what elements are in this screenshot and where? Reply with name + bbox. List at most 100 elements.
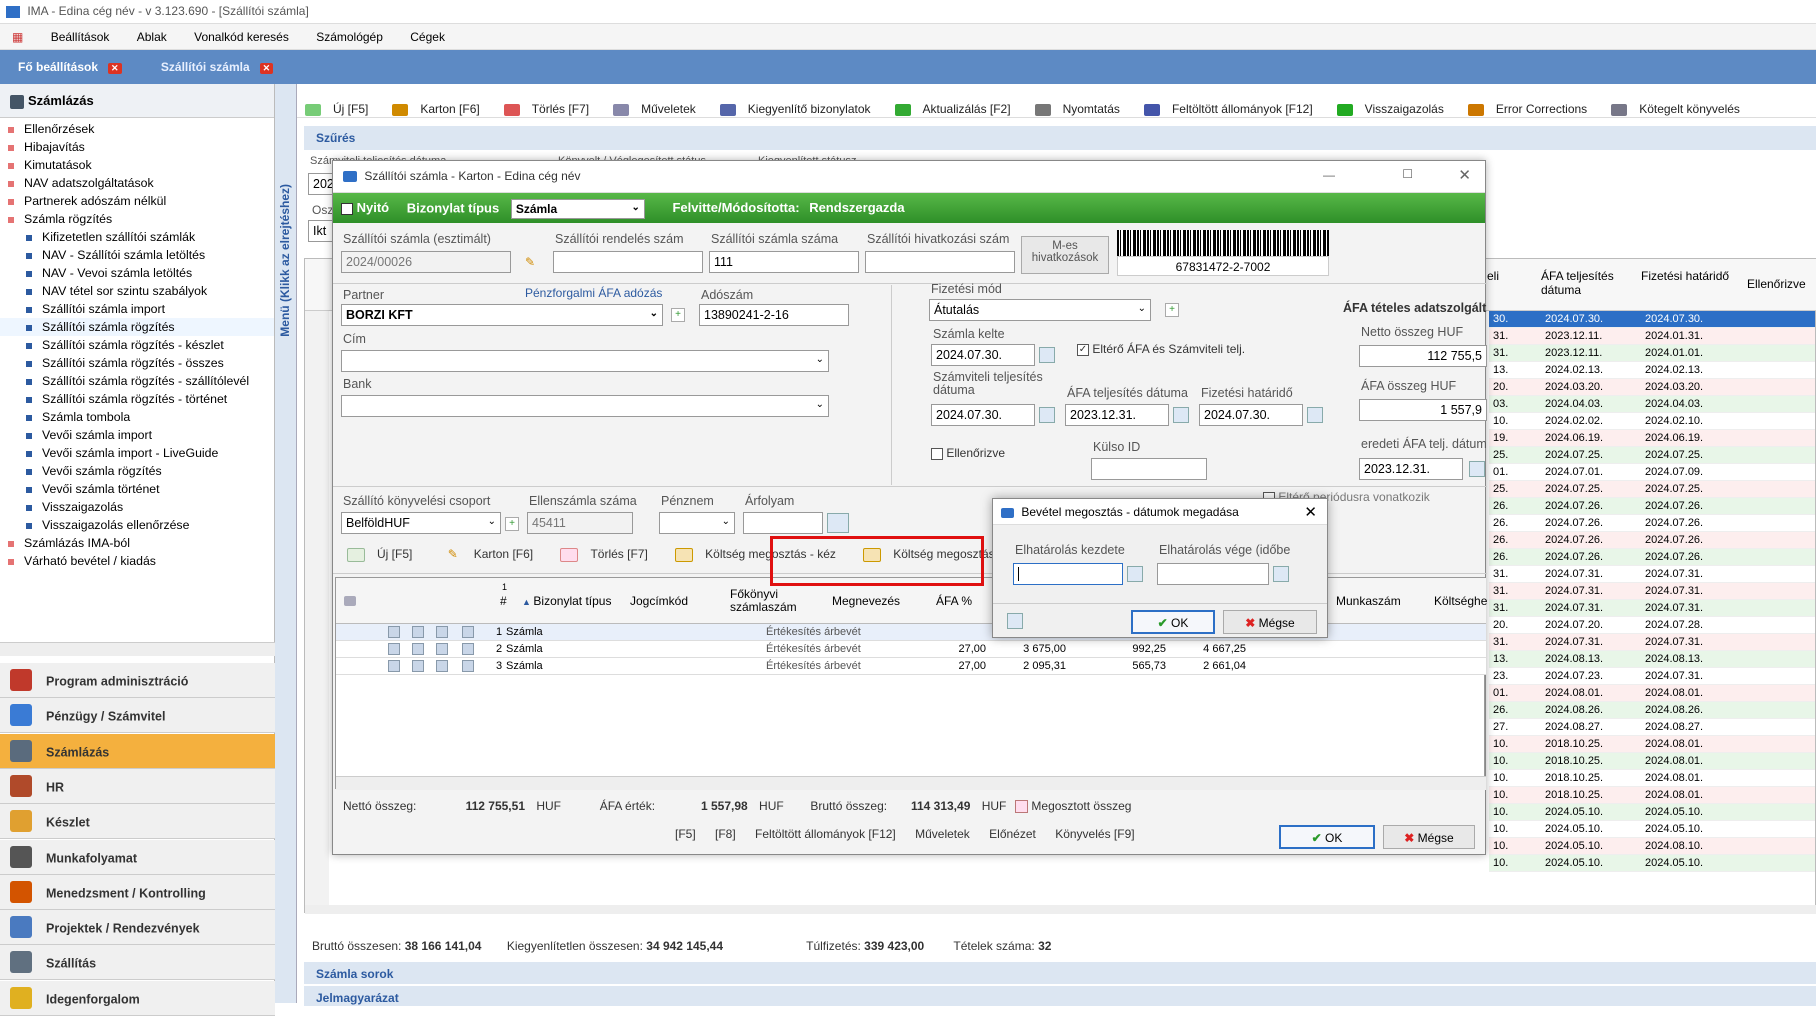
table-row[interactable]: 23. 2024.07.23. 2024.07.31. <box>1489 668 1815 685</box>
close-icon[interactable]: ✕ <box>1458 166 1471 184</box>
table-row[interactable]: 10. 2024.05.10. 2024.05.10. <box>1489 821 1815 838</box>
module-button[interactable]: Idegenforgalom <box>0 980 275 1016</box>
sidebar-item[interactable]: NAV adatszolgáltatások <box>0 174 274 192</box>
table-row[interactable]: 31. 2023.12.11. 2024.01.31. <box>1489 328 1815 345</box>
table-row[interactable]: 10. 2024.05.10. 2024.08.10. <box>1489 838 1815 855</box>
table-row[interactable]: 26. 2024.08.26. 2024.08.26. <box>1489 702 1815 719</box>
grid-settings-icon[interactable] <box>344 596 356 606</box>
kezdete-input[interactable] <box>1013 563 1123 585</box>
uj-line-button[interactable]: Új [F5] <box>339 547 428 562</box>
sidebar-item[interactable]: NAV - Vevoi számla letöltés <box>0 264 274 282</box>
toolbar-button[interactable]: Error Corrections <box>1460 90 1603 128</box>
table-row[interactable]: 25. 2024.07.25. 2024.07.25. <box>1489 481 1815 498</box>
fizmod-select[interactable]: Átutalás ⌄ <box>929 299 1151 321</box>
tab-fo-beallitasok[interactable]: Fő beállítások ✕ <box>0 50 140 84</box>
bottom-elonezet-button[interactable]: Előnézet <box>981 827 1044 841</box>
row-action-icon[interactable] <box>412 660 424 672</box>
sidebar-item[interactable]: Visszaigazolás <box>0 498 274 516</box>
rendeles-input[interactable] <box>553 251 703 273</box>
bizonylat-tipus-select[interactable]: Számla ⌄ <box>510 199 645 219</box>
eredeti-input[interactable]: 2023.12.31. <box>1359 458 1463 480</box>
col-munkaszam[interactable]: Munkaszám <box>1336 594 1401 608</box>
cim-select[interactable]: ⌄ <box>341 350 829 372</box>
table-row[interactable]: 10. 2024.02.02. 2024.02.10. <box>1489 413 1815 430</box>
calendar-icon[interactable] <box>1307 407 1323 423</box>
calendar-icon[interactable] <box>1469 461 1485 477</box>
col-header-fizhat[interactable]: Fizetési határidő <box>1641 269 1731 283</box>
row-action-icon[interactable] <box>462 660 474 672</box>
row-action-icon[interactable] <box>388 626 400 638</box>
toolbar-button[interactable]: Aktualizálás [F2] <box>887 90 1027 128</box>
module-button[interactable]: Menedzsment / Kontrolling <box>0 874 275 910</box>
close-icon[interactable]: ✕ <box>259 63 274 74</box>
minimize-icon[interactable]: — <box>1323 168 1335 182</box>
row-action-icon[interactable] <box>462 626 474 638</box>
module-button[interactable]: Munkafolyamat <box>0 839 275 875</box>
arfolyam-input[interactable] <box>743 512 823 534</box>
table-row[interactable]: 26. 2024.07.26. 2024.07.26. <box>1489 549 1815 566</box>
kelte-input[interactable]: 2024.07.30. <box>931 344 1035 366</box>
dialog-ok-button[interactable]: ✔ OK <box>1131 610 1215 634</box>
sidebar-item[interactable]: Szállítói számla rögzítés - szállítólevé… <box>0 372 274 390</box>
module-button[interactable]: Számlázás <box>0 733 275 769</box>
table-row[interactable]: 10. 2018.10.25. 2024.08.01. <box>1489 787 1815 804</box>
eltero-afa-checkbox[interactable]: ✓ Eltérő ÁFA és Számviteli telj. <box>1077 342 1245 356</box>
penznem-select[interactable]: ⌄ <box>659 512 735 534</box>
filter-section-header[interactable]: Szűrés <box>304 126 1816 150</box>
col-fokonyvi[interactable]: Főkönyvi számlaszám <box>730 588 810 614</box>
table-row[interactable]: 03. 2024.04.03. 2024.04.03. <box>1489 396 1815 413</box>
grid-row[interactable]: 2 Számla Értékesítés árbevét 27,00 3 675,00 9… <box>336 641 1486 658</box>
col-header-afa-date[interactable]: ÁFA teljesítés dátuma <box>1541 269 1631 297</box>
col-bizonylat-tipus[interactable]: ▲ Bizonylat típus <box>522 594 611 608</box>
sidebar-item[interactable]: Szállítói számla rögzítés - készlet <box>0 336 274 354</box>
col-megnevezes[interactable]: Megnevezés <box>832 594 900 608</box>
table-row[interactable]: 10. 2024.05.10. 2024.05.10. <box>1489 804 1815 821</box>
jelmagyarazat-header[interactable]: Jelmagyarázat <box>304 986 1816 1006</box>
table-row[interactable]: 31. 2024.07.31. 2024.07.31. <box>1489 600 1815 617</box>
menu-beallitasok[interactable]: Beállítások <box>39 24 122 50</box>
fizhat-input[interactable]: 2024.07.30. <box>1199 404 1303 426</box>
calendar-icon[interactable] <box>1173 407 1189 423</box>
calendar-icon[interactable] <box>1039 347 1055 363</box>
horizontal-scrollbar[interactable] <box>305 905 1816 914</box>
module-button[interactable]: Pénzügy / Számvitel <box>0 698 275 734</box>
table-row[interactable]: 31. 2024.07.31. 2024.07.31. <box>1489 583 1815 600</box>
row-action-icon[interactable] <box>388 643 400 655</box>
table-row[interactable]: 13. 2024.02.13. 2024.02.13. <box>1489 362 1815 379</box>
table-row[interactable]: 31. 2024.07.31. 2024.07.31. <box>1489 566 1815 583</box>
table-row[interactable]: 10. 2018.10.25. 2024.08.01. <box>1489 770 1815 787</box>
row-action-icon[interactable] <box>412 643 424 655</box>
add-csoport-icon[interactable]: + <box>505 517 519 531</box>
row-action-icon[interactable] <box>462 643 474 655</box>
table-row[interactable]: 10. 2024.05.10. 2024.05.10. <box>1489 855 1815 872</box>
close-icon[interactable]: ✕ <box>108 63 122 74</box>
toolbar-button[interactable]: Kötegelt könyvelés <box>1603 90 1756 128</box>
add-partner-icon[interactable]: + <box>671 308 685 322</box>
toolbar-button[interactable]: Kiegyenlítő bizonylatok <box>712 90 887 128</box>
table-row[interactable]: 01. 2024.08.01. 2024.08.01. <box>1489 685 1815 702</box>
sidebar-item[interactable]: Vevői számla rögzítés <box>0 462 274 480</box>
row-action-icon[interactable] <box>436 626 448 638</box>
sidebar-item[interactable]: NAV tétel sor szintu szabályok <box>0 282 274 300</box>
menu-grid-icon[interactable]: ▦ <box>0 24 35 50</box>
table-row[interactable]: 10. 2018.10.25. 2024.08.01. <box>1489 753 1815 770</box>
toolbar-button[interactable]: Törlés [F7] <box>496 90 605 128</box>
sidebar-item[interactable]: Szállítói számla rögzítés - történet <box>0 390 274 408</box>
sidebar-item[interactable]: Vevői számla import <box>0 426 274 444</box>
sidebar-item[interactable]: Partnerek adószám nélkül <box>0 192 274 210</box>
module-button[interactable]: Szállítás <box>0 945 275 981</box>
vege-input[interactable] <box>1157 563 1269 585</box>
afatelj-input[interactable]: 2023.12.31. <box>1065 404 1169 426</box>
ellenorizve-checkbox[interactable]: Ellenőrizve <box>931 446 1005 460</box>
sidebar-item[interactable]: Kifizetetlen szállítói számlák <box>0 228 274 246</box>
m-es-hivatkozasok-button[interactable]: M-es hivatkozások <box>1021 236 1109 274</box>
col-num[interactable]: # <box>500 594 507 608</box>
szamv-input[interactable]: 2024.07.30. <box>931 404 1035 426</box>
menu-szamologep[interactable]: Számológép <box>304 24 395 50</box>
menu-vonalkod[interactable]: Vonalkód keresés <box>182 24 301 50</box>
grid-scrollbar[interactable] <box>336 776 1486 790</box>
filter-ikt-input[interactable]: Ikt <box>308 220 334 242</box>
bottom-feltoltott-button[interactable]: Feltöltött állományok [F12] <box>747 827 904 841</box>
sidebar-item[interactable]: Számla rögzítés <box>0 210 274 228</box>
table-row[interactable]: 25. 2024.07.25. 2024.07.25. <box>1489 447 1815 464</box>
